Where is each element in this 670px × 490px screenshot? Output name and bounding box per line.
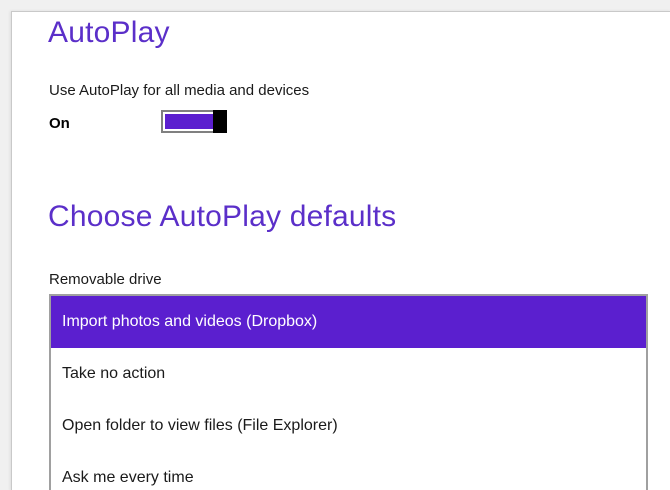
toggle-state-label: On [49,115,70,132]
autoplay-defaults-heading: Choose AutoPlay defaults [48,200,397,233]
option-take-no-action[interactable]: Take no action [51,348,646,400]
settings-panel: AutoPlay Use AutoPlay for all media and … [11,11,670,490]
autoplay-heading: AutoPlay [48,16,170,49]
option-import-photos[interactable]: Import photos and videos (Dropbox) [51,296,646,348]
toggle-fill [165,114,213,129]
option-ask-every-time[interactable]: Ask me every time [51,452,646,490]
page: AutoPlay Use AutoPlay for all media and … [0,0,670,490]
option-open-folder[interactable]: Open folder to view files (File Explorer… [51,400,646,452]
removable-drive-dropdown[interactable]: Import photos and videos (Dropbox) Take … [49,294,648,490]
use-autoplay-label: Use AutoPlay for all media and devices [49,82,310,99]
toggle-thumb[interactable] [213,110,227,133]
removable-drive-label: Removable drive [49,271,162,288]
autoplay-toggle[interactable] [161,110,227,133]
